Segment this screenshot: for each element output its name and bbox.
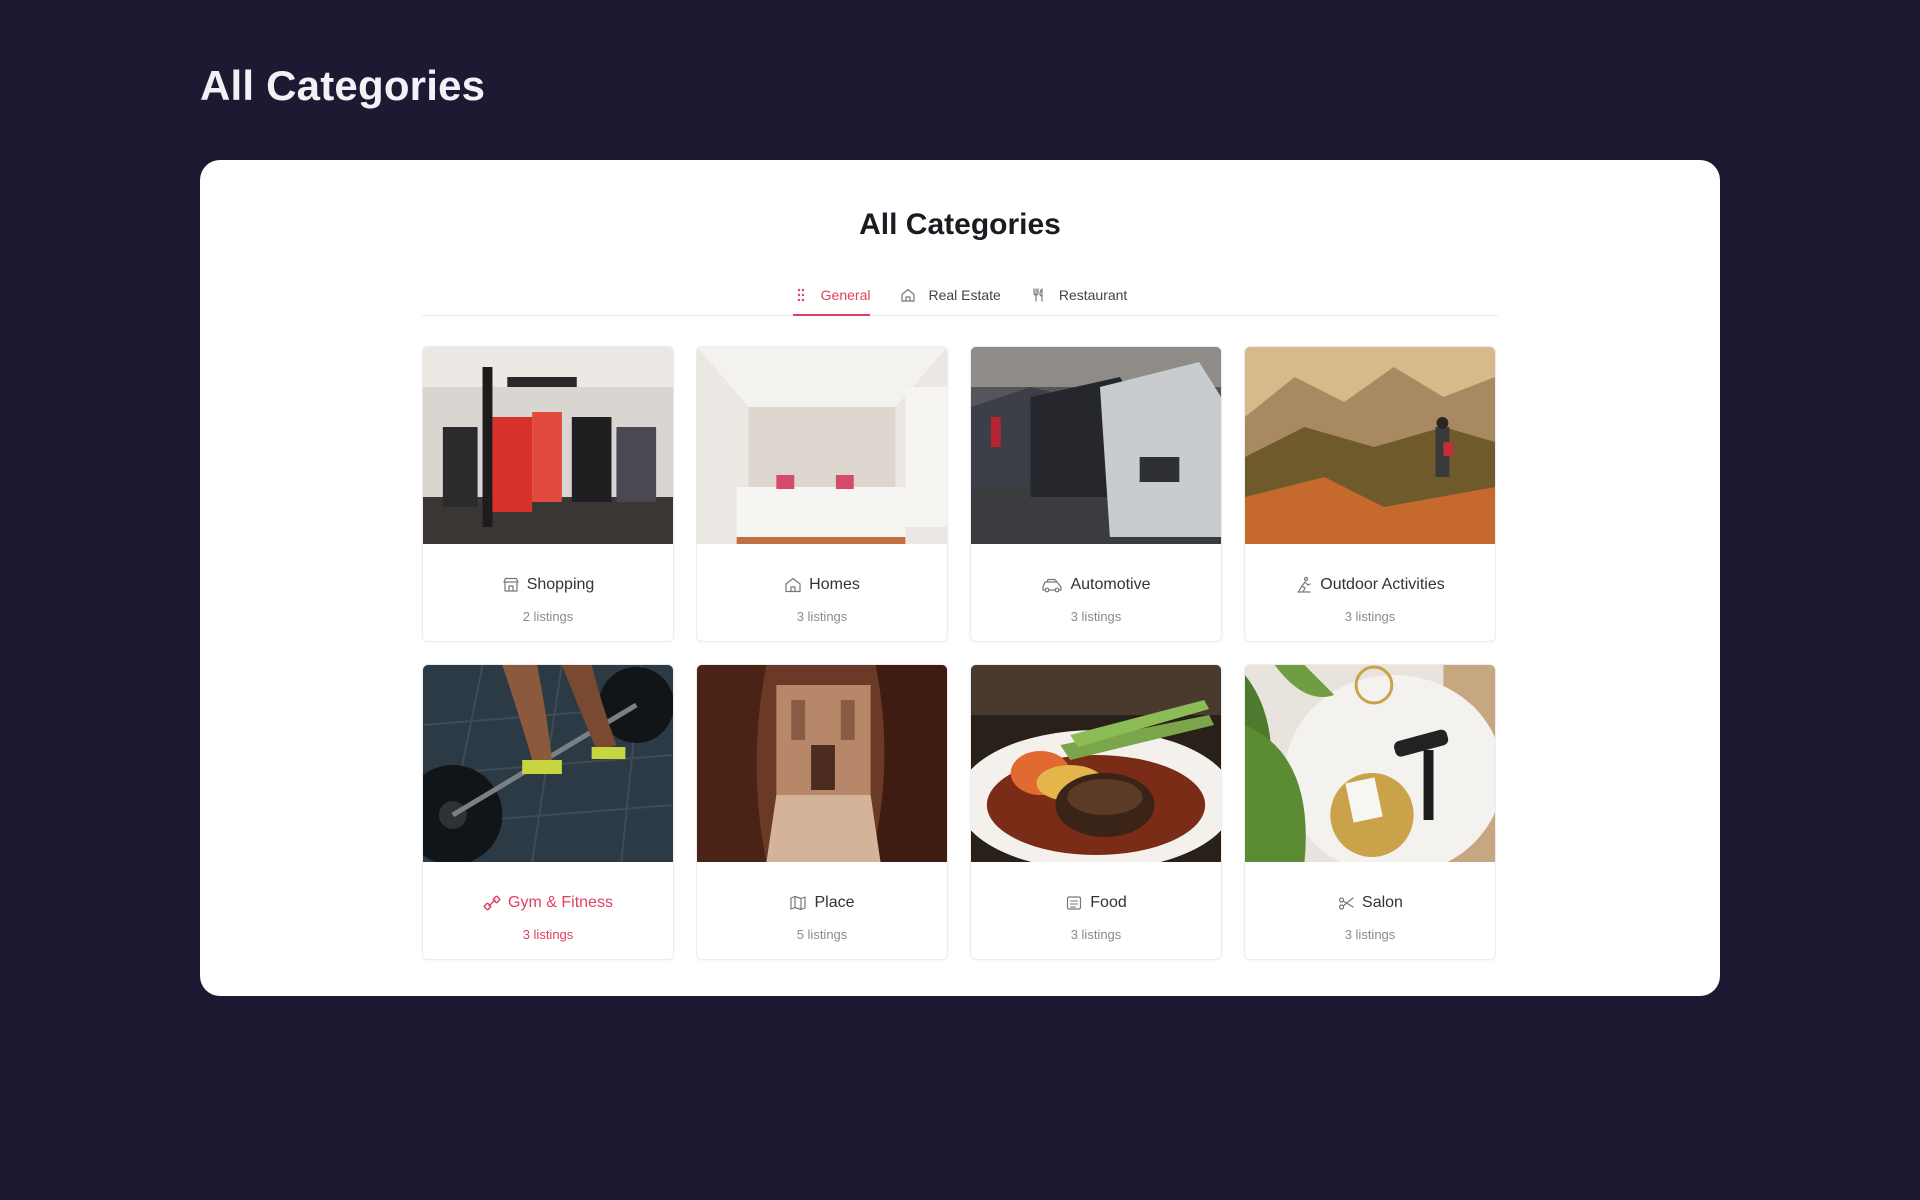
category-count: 3 listings [1344, 927, 1396, 942]
category-count: 3 listings [1344, 609, 1396, 624]
tab-label: Restaurant [1058, 287, 1128, 303]
tab-label: General [820, 287, 871, 303]
category-title: Food [1065, 894, 1127, 912]
category-title: Place [789, 894, 855, 912]
panel-title: All Categories [859, 208, 1061, 241]
store-icon [503, 577, 519, 592]
category-grid: Shopping 2 listings Homes 3 listings Aut… [422, 346, 1498, 960]
menu-icon [1067, 896, 1082, 910]
homes-image [697, 347, 947, 544]
category-card-place[interactable]: Place 5 listings [696, 664, 948, 960]
place-image [697, 665, 947, 862]
house-icon [901, 288, 916, 302]
outdoor-activities-image [1245, 347, 1495, 544]
automotive-image [971, 347, 1221, 544]
category-title: Shopping [502, 576, 594, 594]
category-title: Outdoor Activities [1295, 576, 1445, 594]
fork-knife-icon [1033, 288, 1043, 302]
category-card-homes[interactable]: Homes 3 listings [696, 346, 948, 642]
category-count: 3 listings [796, 609, 848, 624]
salon-image [1245, 665, 1495, 862]
tab-restaurant[interactable]: Restaurant [1031, 282, 1127, 316]
car-icon [1042, 578, 1063, 593]
tab-general[interactable]: General [792, 282, 871, 316]
food-image [971, 665, 1221, 862]
category-card-automotive[interactable]: Automotive 3 listings [970, 346, 1222, 642]
category-title: Homes [784, 576, 860, 594]
category-card-salon[interactable]: Salon 3 listings [1244, 664, 1496, 960]
category-card-outdoor-activities[interactable]: Outdoor Activities 3 listings [1244, 346, 1496, 642]
gym-fitness-image [423, 665, 673, 862]
category-count: 2 listings [522, 609, 574, 624]
category-count: 5 listings [796, 927, 848, 942]
category-title: Salon [1337, 894, 1403, 912]
category-card-food[interactable]: Food 3 listings [970, 664, 1222, 960]
tab-label: Real Estate [928, 287, 1001, 303]
category-card-shopping[interactable]: Shopping 2 listings [422, 346, 674, 642]
map-icon [790, 895, 807, 911]
dumbbell-icon [483, 895, 501, 911]
page-heading: All Categories [200, 62, 486, 109]
scissors-icon [1338, 897, 1354, 910]
category-count: 3 listings [1070, 609, 1122, 624]
shopping-image [423, 347, 673, 544]
category-count: 3 listings [522, 927, 574, 942]
category-tabs: General Real Estate Restaurant [422, 282, 1498, 316]
hiker-icon [1297, 576, 1311, 593]
house-icon [785, 577, 801, 593]
category-title: Gym & Fitness [483, 894, 613, 912]
dots-grid-icon [797, 288, 804, 302]
tab-real-estate[interactable]: Real Estate [900, 282, 1001, 316]
category-title: Automotive [1041, 576, 1151, 594]
category-count: 3 listings [1070, 927, 1122, 942]
categories-panel: All Categories General Real Estate Resta… [200, 160, 1720, 996]
category-card-gym-fitness[interactable]: Gym & Fitness 3 listings [422, 664, 674, 960]
